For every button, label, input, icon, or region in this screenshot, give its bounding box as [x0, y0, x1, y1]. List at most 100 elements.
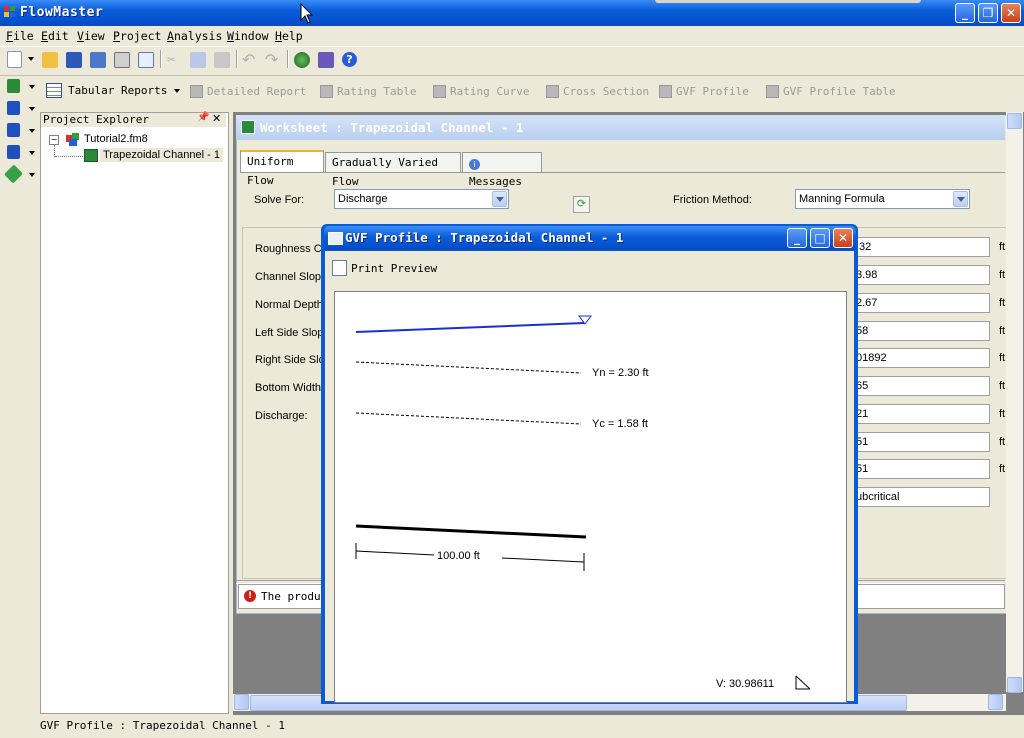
rating-curve-button[interactable]: Rating Curve — [433, 85, 529, 98]
menu-bar: File Edit View Project Analysis Window Help — [0, 27, 1024, 45]
result-field[interactable]: 51 — [855, 432, 990, 452]
panel-close-icon[interactable]: ✕ — [212, 112, 221, 125]
menu-file[interactable]: File — [6, 29, 34, 43]
result-field[interactable]: .32 — [855, 237, 990, 257]
scroll-right-button[interactable] — [988, 694, 1003, 710]
menu-view[interactable]: View — [77, 29, 105, 43]
friction-method-select[interactable]: Manning Formula — [795, 189, 970, 209]
app-title: FlowMaster — [20, 5, 104, 20]
print-preview-label: Print Preview — [351, 261, 438, 275]
tabular-dropdown-arrow-icon[interactable] — [174, 89, 180, 96]
unit-label: ft — [999, 436, 1006, 448]
left-dropdown-arrow-icon[interactable] — [29, 85, 35, 92]
menu-window[interactable]: Window — [227, 29, 269, 43]
dimension-line-left — [355, 550, 435, 556]
vertical-scroll-thumb[interactable] — [1009, 116, 1022, 681]
help-icon[interactable]: ? — [342, 52, 357, 67]
cross-section-button[interactable]: Cross Section — [546, 85, 649, 98]
new-file-icon[interactable] — [7, 51, 22, 68]
gvf-profile-icon — [659, 85, 672, 98]
open-folder-icon[interactable] — [42, 52, 58, 68]
print-preview-button[interactable]: Print Preview — [332, 260, 437, 276]
error-icon: ! — [244, 590, 256, 602]
orifice-icon[interactable] — [7, 145, 20, 159]
message-text: The produc — [261, 590, 328, 603]
velocity-label: V: 30.98611 — [716, 678, 775, 690]
unit-label: ft — [999, 352, 1006, 364]
tab-rule — [240, 172, 1005, 173]
undo-icon[interactable]: ↶ — [242, 50, 255, 69]
detailed-report-button[interactable]: Detailed Report — [190, 85, 306, 98]
left-dropdown-arrow-icon[interactable] — [29, 107, 35, 114]
tab-messages[interactable]: i Messages — [462, 152, 542, 188]
gvf-profile-button[interactable]: GVF Profile — [659, 85, 749, 98]
solve-for-select[interactable]: Discharge — [334, 189, 509, 209]
restore-button[interactable]: ❐ — [978, 3, 998, 23]
chevron-down-icon[interactable] — [492, 191, 507, 207]
critical-depth-line — [355, 412, 582, 425]
tree-item-file[interactable]: Tutorial2.fm8 — [84, 133, 148, 145]
menu-analysis[interactable]: Analysis — [167, 29, 222, 43]
rating-curve-icon — [433, 85, 446, 98]
chevron-down-icon[interactable] — [953, 191, 968, 207]
tree-item-channel[interactable]: Trapezoidal Channel - 1 — [100, 148, 223, 162]
left-dropdown-arrow-icon[interactable] — [29, 151, 35, 158]
menu-project[interactable]: Project — [113, 29, 161, 43]
tree-collapse-icon[interactable]: − — [49, 135, 59, 145]
library-icon[interactable] — [318, 52, 334, 68]
tab-uniform-flow[interactable]: Uniform Flow — [240, 150, 324, 187]
result-field[interactable]: ubcritical — [855, 487, 990, 507]
pipe-icon[interactable] — [7, 101, 20, 115]
project-explorer-header: Project Explorer 📌 ✕ — [41, 112, 226, 127]
result-field[interactable]: 65 — [855, 376, 990, 396]
minimize-button[interactable]: _ — [955, 3, 975, 23]
gvf-profile-label: GVF Profile — [676, 85, 749, 98]
new-dropdown-arrow-icon[interactable] — [28, 57, 34, 64]
result-field[interactable]: 51 — [855, 459, 990, 479]
print-preview-icon[interactable] — [138, 52, 154, 68]
pin-icon[interactable]: 📌 — [197, 112, 209, 123]
left-dropdown-arrow-icon[interactable] — [29, 173, 35, 180]
scroll-down-button[interactable] — [1007, 677, 1022, 693]
menu-edit[interactable]: Edit — [41, 29, 69, 43]
dialog-minimize-button[interactable]: _ — [787, 228, 807, 248]
weir-icon[interactable] — [7, 123, 20, 137]
info-icon: i — [469, 159, 480, 170]
report-icon — [190, 85, 203, 98]
redo-icon[interactable]: ↷ — [265, 50, 278, 69]
copy-icon[interactable] — [190, 52, 206, 68]
dialog-close-button[interactable]: ✕ — [833, 228, 853, 248]
result-field[interactable]: 21 — [855, 404, 990, 424]
print-preview-icon — [332, 260, 347, 276]
tab-gradually-varied-flow[interactable]: Gradually Varied Flow — [325, 152, 461, 188]
friction-method-label: Friction Method: — [673, 194, 752, 206]
refresh-icon[interactable]: ⟳ — [573, 196, 590, 213]
tabular-reports-button[interactable]: Tabular Reports — [46, 83, 167, 98]
channel-icon — [84, 149, 98, 162]
menu-help[interactable]: Help — [275, 29, 303, 43]
project-file-icon — [66, 133, 79, 146]
paste-icon[interactable] — [214, 52, 230, 68]
gvf-dialog-icon — [328, 232, 343, 245]
result-field[interactable]: 3.98 — [855, 265, 990, 285]
rating-table-button[interactable]: Rating Table — [320, 85, 416, 98]
result-field[interactable]: 01892 — [855, 348, 990, 368]
save-icon[interactable] — [66, 52, 82, 68]
scroll-left-button[interactable] — [234, 694, 249, 710]
friction-method-value: Manning Formula — [799, 193, 885, 205]
close-button[interactable]: ✕ — [1001, 3, 1021, 23]
channel-icon[interactable] — [7, 79, 20, 93]
left-dropdown-arrow-icon[interactable] — [29, 129, 35, 136]
gvf-profile-table-button[interactable]: GVF Profile Table — [766, 85, 896, 98]
unit-label: ft — [999, 380, 1006, 392]
flowmaster-app-icon — [4, 6, 15, 17]
cut-icon[interactable]: ✂ — [167, 52, 175, 68]
print-icon[interactable] — [114, 52, 130, 68]
dialog-maximize-button[interactable]: □ — [810, 228, 830, 248]
result-field[interactable]: 2.67 — [855, 293, 990, 313]
cursor-icon — [300, 3, 314, 24]
globe-icon[interactable] — [294, 52, 310, 68]
gvf-dialog-title: GVF Profile : Trapezoidal Channel - 1 — [345, 230, 624, 245]
save-all-icon[interactable] — [90, 52, 106, 68]
result-field[interactable]: 58 — [855, 321, 990, 341]
